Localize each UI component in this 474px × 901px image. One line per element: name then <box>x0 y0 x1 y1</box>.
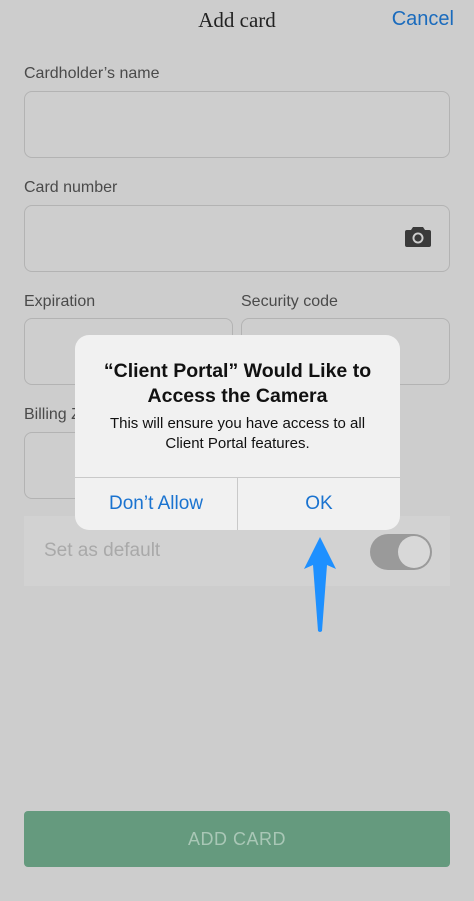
camera-permission-dialog: “Client Portal” Would Like to Access the… <box>75 335 400 530</box>
billing-zip-label: Billing Z <box>24 406 81 423</box>
add-card-button[interactable]: ADD CARD <box>24 811 450 867</box>
dialog-title-line-1: “Client Portal” Would Like to <box>103 360 372 382</box>
dialog-message-line-1: This will ensure you have access to all <box>109 415 366 432</box>
cardholder-name-field[interactable] <box>24 91 450 158</box>
card-number-field[interactable] <box>24 205 450 272</box>
dialog-message: This will ensure you have access to all … <box>85 414 390 454</box>
pointer-arrow-icon <box>300 535 340 635</box>
dialog-title: “Client Portal” Would Like to Access the… <box>85 359 390 409</box>
default-card-toggle[interactable] <box>370 534 432 570</box>
expiration-label: Expiration <box>24 293 96 310</box>
add-card-screen: Add card Cancel Cardholder’s name Card n… <box>0 0 474 901</box>
dont-allow-button[interactable]: Don’t Allow <box>75 478 237 530</box>
cancel-button[interactable]: Cancel <box>392 8 454 31</box>
dialog-title-line-2: Access the Camera <box>147 385 328 407</box>
dialog-message-line-2: Client Portal features. <box>165 435 310 452</box>
card-number-label: Card number <box>24 179 118 196</box>
default-card-label: Set as default <box>44 540 161 561</box>
toggle-knob <box>398 536 430 568</box>
security-code-label: Security code <box>241 293 338 310</box>
ok-button[interactable]: OK <box>238 478 400 530</box>
camera-icon[interactable] <box>405 225 431 247</box>
cardholder-name-label: Cardholder’s name <box>24 65 160 82</box>
